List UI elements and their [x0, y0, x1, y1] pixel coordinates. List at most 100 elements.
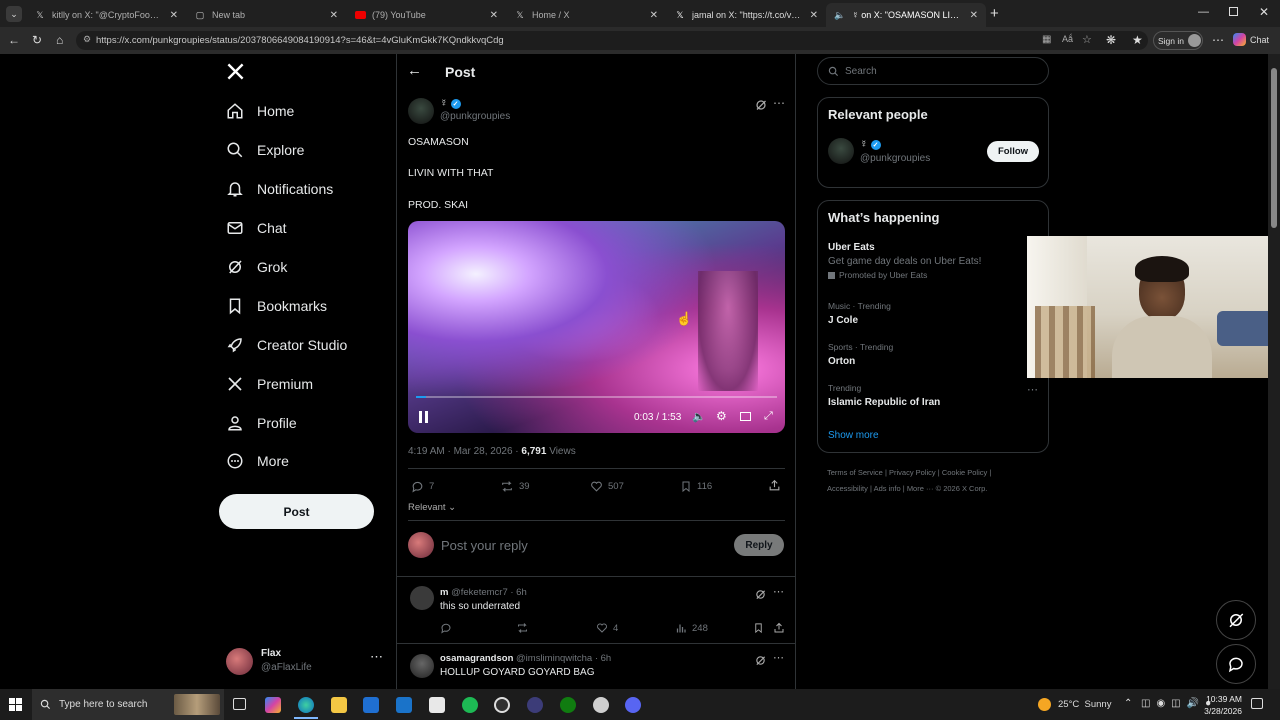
extensions-icon[interactable]: ❋ [1106, 33, 1116, 47]
grok-floating-button[interactable] [1216, 600, 1256, 640]
repost-stat[interactable]: 39 [500, 480, 530, 493]
sidebar-item-bookmarks[interactable]: Bookmarks [226, 292, 327, 320]
close-icon[interactable]: ✕ [490, 10, 498, 21]
footer-link[interactable]: Terms of Service [827, 468, 883, 477]
grok-icon[interactable] [755, 98, 767, 116]
minimize-button[interactable]: — [1198, 6, 1209, 18]
close-icon[interactable]: ✕ [970, 10, 978, 21]
back-icon[interactable]: ← [8, 33, 20, 47]
x-logo-icon[interactable] [226, 62, 246, 82]
tray-chevron-icon[interactable]: ⌃ [1124, 698, 1132, 709]
footer-link[interactable]: Accessibility [827, 484, 868, 493]
trend-item[interactable]: Trending Islamic Republic of Iran [828, 383, 1028, 408]
video-progress-track[interactable] [416, 396, 777, 398]
reply-button[interactable]: Reply [734, 534, 784, 556]
browser-tab[interactable]: 𝕏 Home / X ✕ [506, 3, 666, 27]
reply-handle[interactable]: @feketemcr7 · 6h [451, 587, 527, 598]
trend-item[interactable]: Sports · Trending Orton [828, 342, 1038, 367]
home-icon[interactable]: ⌂ [56, 33, 63, 47]
trend-item[interactable]: Uber Eats Get game day deals on Uber Eat… [828, 242, 1038, 280]
taskbar-search[interactable]: Type here to search [32, 689, 224, 720]
sidebar-item-more[interactable]: More [226, 447, 289, 475]
windows-start-icon[interactable] [9, 698, 22, 711]
browser-tab[interactable]: 𝕏jamal on X: "https://t.co/vDbUA9N✕ [666, 3, 826, 27]
footer-link[interactable]: More ··· [907, 484, 934, 493]
author-name-row[interactable]: ☿ ✓ [440, 98, 461, 109]
share-icon[interactable] [768, 479, 786, 492]
sidebar-item-creator-studio[interactable]: Creator Studio [226, 331, 347, 359]
edge-icon[interactable] [298, 697, 314, 713]
messages-floating-button[interactable] [1216, 644, 1256, 684]
sidebar-item-premium[interactable]: Premium [226, 370, 313, 398]
mail-app-icon[interactable] [396, 697, 412, 713]
discord-icon[interactable] [625, 697, 641, 713]
reply-like-stat[interactable]: 4 [596, 622, 618, 634]
settings-more-icon[interactable]: ⋯ [1212, 33, 1224, 47]
close-icon[interactable]: ✕ [330, 10, 338, 21]
like-stat[interactable]: 507 [590, 480, 624, 493]
close-icon[interactable]: ✕ [650, 10, 658, 21]
sidebar-item-grok[interactable]: Grok [226, 253, 287, 281]
reply-reply-stat[interactable] [440, 622, 457, 634]
reply-input[interactable]: Post your reply [441, 538, 528, 553]
address-bar[interactable]: ⚙ https://x.com/punkgroupies/status/2037… [76, 31, 1148, 50]
reply-more-icon[interactable]: ⋯ [773, 585, 784, 598]
trend-item[interactable]: Music · Trending J Cole [828, 301, 1038, 326]
app-icon[interactable] [527, 697, 543, 713]
weather-widget[interactable]: 25°C Sunny [1038, 698, 1111, 711]
notifications-icon[interactable] [1251, 698, 1263, 709]
close-window-button[interactable]: ✕ [1259, 5, 1269, 19]
footer-link[interactable]: Ads info [874, 484, 901, 493]
shield-app-icon[interactable] [593, 697, 609, 713]
picture-in-picture-icon[interactable] [740, 412, 751, 421]
tab-menu-button[interactable]: ⌄ [6, 6, 22, 22]
notepad-icon[interactable] [429, 697, 445, 713]
sidebar-post-button[interactable]: Post [219, 494, 374, 529]
reply-avatar[interactable] [410, 654, 434, 678]
sidebar-item-explore[interactable]: Explore [226, 136, 304, 164]
footer-link[interactable]: Cookie Policy [942, 468, 987, 477]
settings-gear-icon[interactable]: ⚙ [716, 409, 727, 423]
reply-handle[interactable]: @imsliminqwitcha · 6h [516, 653, 611, 664]
spotify-icon[interactable] [462, 697, 478, 713]
site-info-icon[interactable]: ⚙ [83, 34, 91, 45]
show-more-link[interactable]: Show more [828, 430, 879, 441]
sidebar-item-profile[interactable]: Profile [226, 409, 297, 437]
reply-author[interactable]: m [440, 587, 448, 598]
sidebar-item-notifications[interactable]: Notifications [226, 175, 333, 203]
bookmark-icon[interactable] [753, 622, 769, 634]
post-timestamp[interactable]: 4:19 AM · Mar 28, 2026 · [408, 446, 519, 457]
sidebar-item-home[interactable]: Home [226, 97, 294, 125]
copilot-chat-button[interactable]: Chat [1233, 33, 1269, 46]
author-avatar[interactable] [408, 98, 434, 124]
browser-tab-active[interactable]: 🔈 ☿ on X: "OSAMASON LIVIN W ✕ [826, 3, 986, 27]
read-aloud-icon[interactable]: Aắ [1062, 34, 1073, 44]
task-view-icon[interactable] [233, 698, 246, 710]
share-icon[interactable] [773, 622, 790, 634]
reply-views-stat[interactable]: 248 [675, 622, 708, 634]
close-icon[interactable]: ✕ [810, 10, 818, 21]
close-icon[interactable]: ✕ [170, 10, 178, 21]
sidebar-item-chat[interactable]: Chat [226, 214, 287, 242]
account-switcher[interactable]: Flax @aFlaxLife ⋯ [226, 646, 384, 680]
person-avatar[interactable] [828, 138, 854, 164]
bookmark-stat[interactable]: 116 [680, 480, 712, 493]
author-handle[interactable]: @punkgroupies [440, 111, 510, 122]
favorites-icon[interactable]: ★ [1132, 33, 1143, 47]
reply-avatar[interactable] [410, 586, 434, 610]
restore-button[interactable] [1229, 7, 1238, 16]
back-arrow-icon[interactable]: ← [407, 62, 422, 79]
scrollbar-thumb[interactable] [1271, 68, 1277, 228]
pause-icon[interactable] [418, 411, 429, 423]
reply-stat[interactable]: 7 [411, 480, 434, 493]
reply-author[interactable]: osamagrandson [440, 653, 513, 664]
browser-tab[interactable]: 𝕏kitlly on X: "@CryptoFooo @Fear✕ [26, 3, 186, 27]
video-player[interactable]: 0:03 / 1:53 🔈 ⚙ ⤢ [408, 221, 785, 433]
sort-replies-dropdown[interactable]: Relevant ⌄ [408, 502, 456, 513]
store-icon[interactable] [363, 697, 379, 713]
page-scrollbar[interactable] [1268, 54, 1280, 689]
file-explorer-icon[interactable] [331, 697, 347, 713]
more-icon[interactable]: ⋯ [370, 649, 383, 665]
xbox-icon[interactable] [560, 697, 576, 713]
favorite-star-icon[interactable]: ☆ [1082, 33, 1092, 46]
